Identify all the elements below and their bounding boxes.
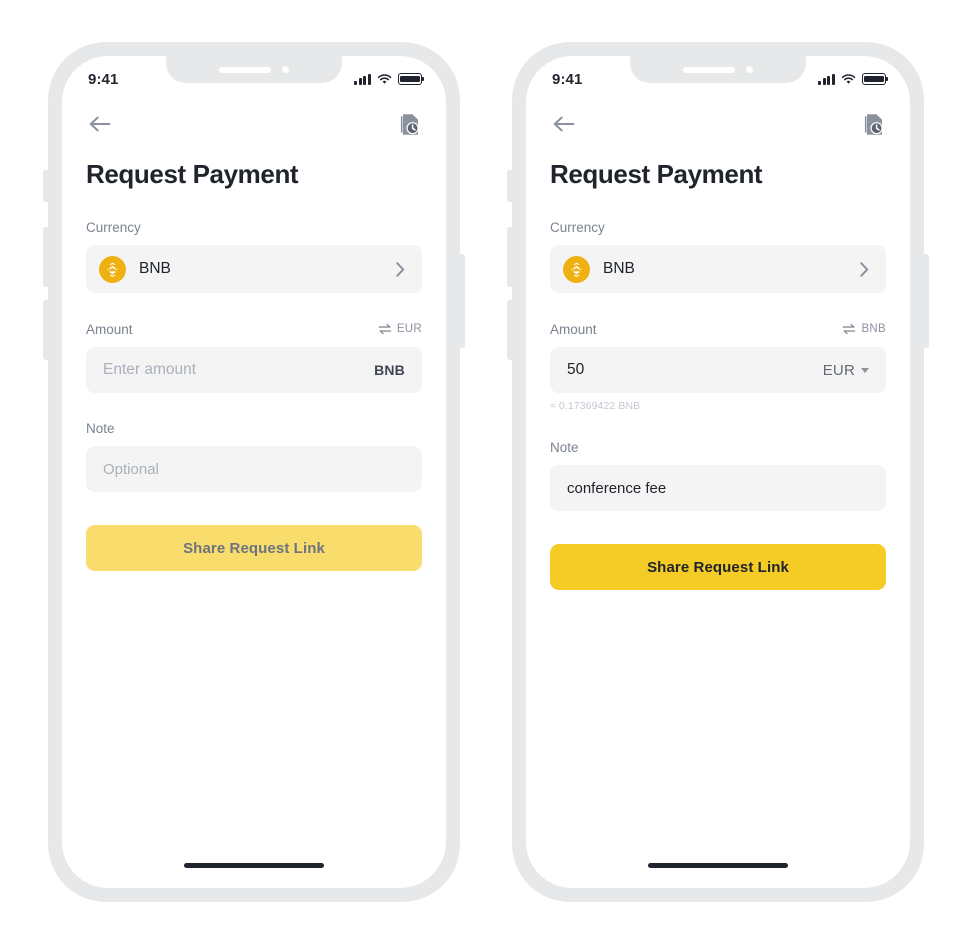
phone-screen-empty: 9:41 Request Payment Currency BNB Amount… [62,56,446,888]
currency-value: BNB [139,260,171,277]
transaction-history-icon[interactable] [398,111,422,137]
chevron-right-icon [396,261,405,277]
currency-field-group: Currency BNB [550,218,886,293]
share-request-link-button[interactable]: Share Request Link [550,544,886,590]
cellular-signal-icon [818,73,835,85]
swap-currency-icon [378,323,392,335]
status-icons [354,73,422,85]
back-arrow-icon[interactable] [550,110,578,138]
amount-input[interactable]: Enter amount BNB [86,347,422,393]
currency-selector[interactable]: BNB [550,245,886,293]
bnb-coin-icon [99,255,126,283]
volume-up-button[interactable] [507,227,514,287]
earpiece-speaker-icon [219,66,271,73]
cta-wrapper: Share Request Link [550,544,886,590]
silent-switch[interactable] [507,170,514,202]
currency-label: Currency [550,219,605,235]
note-label: Note [550,439,579,455]
amount-unit: BNB [374,362,405,378]
battery-full-icon [398,73,422,85]
currency-label-row: Currency [86,218,422,236]
currency-selected: BNB [99,255,171,283]
share-request-link-button[interactable]: Share Request Link [86,525,422,571]
chevron-down-icon [861,367,869,373]
cta-wrapper: Share Request Link [86,525,422,571]
page-title: Request Payment [550,159,763,189]
wifi-icon [377,73,392,84]
amount-field-group: Amount EUR Enter amount BNB [86,320,422,393]
nav-bar [550,100,886,148]
currency-selected: BNB [563,255,635,283]
device-notch [630,56,806,83]
volume-down-button[interactable] [507,300,514,360]
front-camera-icon [746,66,753,73]
currency-field-group: Currency BNB [86,218,422,293]
home-indicator[interactable] [648,863,788,868]
currency-selector[interactable]: BNB [86,245,422,293]
amount-label: Amount [550,321,597,337]
phone-mockup-empty: 9:41 Request Payment Currency BNB Amount… [43,42,465,902]
amount-conversion-hint: ≈ 0.17369422 BNB [550,400,641,412]
status-icons [818,73,886,85]
phone-screen-filled: 9:41 Request Payment Currency BNB Amount… [526,56,910,888]
note-label-row: Note [86,419,422,437]
volume-down-button[interactable] [43,300,50,360]
screen-content-empty: Request Payment Currency BNB Amount EUR … [62,100,446,888]
amount-input[interactable]: 50 EUR [550,347,886,393]
transaction-history-icon[interactable] [862,111,886,137]
back-arrow-icon[interactable] [86,110,114,138]
swap-currency-label: BNB [861,323,886,335]
page-title: Request Payment [86,159,299,189]
amount-field-group: Amount BNB 50 EUR ≈ 0.17369422 BNB [550,320,886,412]
amount-label: Amount [86,321,133,337]
note-label-row: Note [550,438,886,456]
front-camera-icon [282,66,289,73]
silent-switch[interactable] [43,170,50,202]
amount-currency-dropdown[interactable]: EUR [823,362,869,379]
swap-currency-toggle[interactable]: EUR [378,323,422,335]
note-label: Note [86,420,115,436]
amount-value: 50 [567,361,585,378]
power-button[interactable] [922,254,929,348]
note-field-group: Note conference fee [550,438,886,511]
swap-currency-icon [843,323,856,335]
volume-up-button[interactable] [43,227,50,287]
wifi-icon [841,73,856,84]
battery-full-icon [862,73,886,85]
amount-currency-value: EUR [822,361,855,379]
amount-label-row: Amount EUR [86,320,422,338]
note-input[interactable]: Optional [86,446,422,492]
swap-currency-label: EUR [396,323,422,335]
currency-label: Currency [86,219,141,235]
currency-label-row: Currency [550,218,886,236]
currency-value: BNB [603,260,635,277]
note-placeholder: Optional [103,460,159,478]
note-field-group: Note Optional [86,419,422,492]
cellular-signal-icon [354,73,371,85]
status-time: 9:41 [552,70,583,88]
amount-label-row: Amount BNB [550,320,886,338]
device-notch [166,56,342,83]
screenshot-stage: 9:41 Request Payment Currency BNB Amount… [0,0,976,946]
chevron-right-icon [860,261,869,277]
screen-content-filled: Request Payment Currency BNB Amount BNB … [526,100,910,888]
power-button[interactable] [458,254,465,348]
bnb-coin-icon [563,255,590,283]
nav-bar [86,100,422,148]
note-value: conference fee [567,479,667,497]
swap-currency-toggle[interactable]: BNB [842,323,886,335]
home-indicator[interactable] [184,863,324,868]
status-time: 9:41 [88,70,119,88]
earpiece-speaker-icon [683,66,735,73]
note-input[interactable]: conference fee [550,465,886,511]
amount-placeholder: Enter amount [103,361,197,378]
phone-mockup-filled: 9:41 Request Payment Currency BNB Amount… [507,42,929,902]
